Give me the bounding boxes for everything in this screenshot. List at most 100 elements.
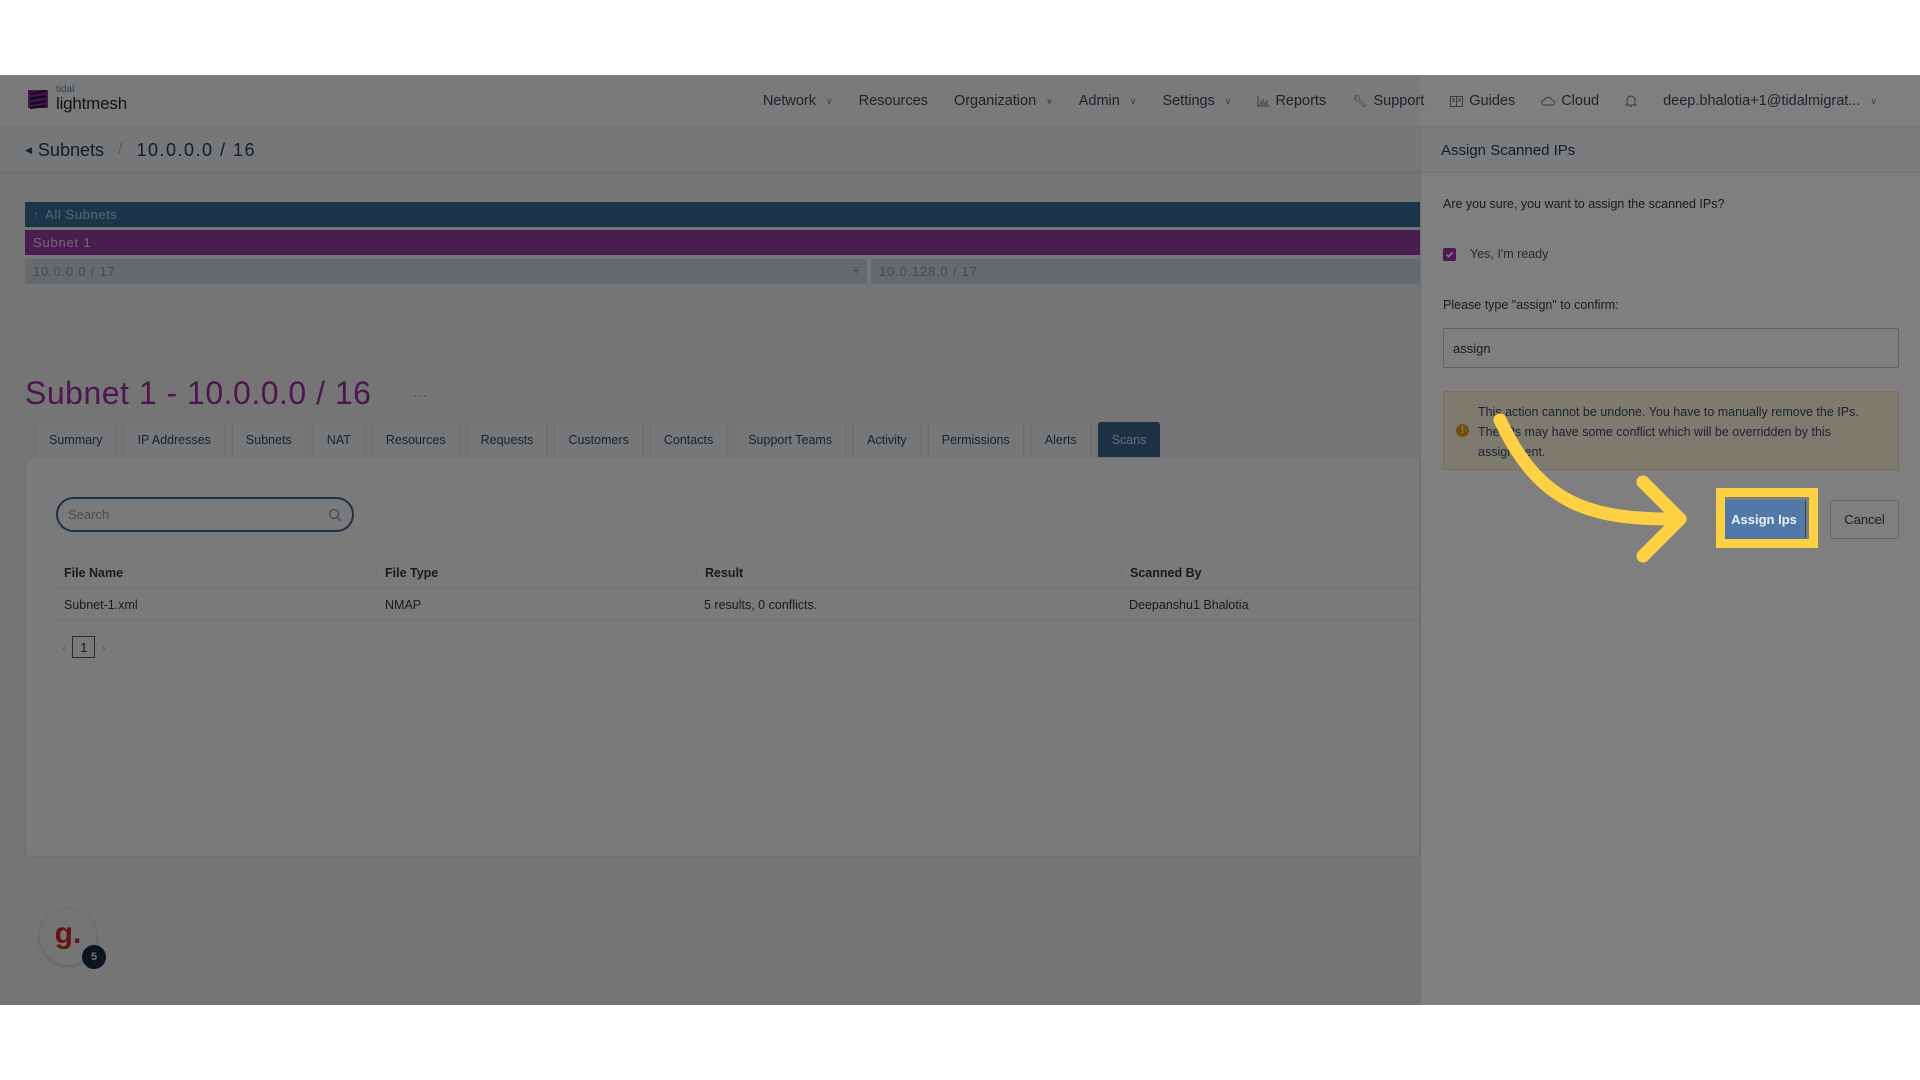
chevron-left-icon[interactable]: ‹: [62, 640, 66, 655]
nav-settings[interactable]: Settings ∨: [1149, 75, 1244, 127]
chevron-down-icon: ∨: [1046, 95, 1053, 106]
warning-text: This action cannot be undone. You have t…: [1478, 405, 1859, 459]
nav-cloud[interactable]: Cloud: [1528, 75, 1612, 127]
ready-checkbox[interactable]: [1443, 247, 1456, 261]
breadcrumb-separator: /: [117, 141, 123, 158]
cancel-button[interactable]: Cancel: [1830, 500, 1899, 539]
highlighted-assign-ips-button[interactable]: Assign Ips: [1723, 500, 1805, 539]
subnet-tree-child[interactable]: 10.0.128.0 / 17: [871, 259, 1420, 284]
tree-label: 10.0.128.0 / 17: [879, 264, 978, 279]
logo[interactable]: tidal lightmesh: [26, 85, 127, 112]
nav-label: Support: [1373, 93, 1425, 109]
column-header-result[interactable]: Result: [696, 565, 1121, 580]
breadcrumb-current: 10.0.0.0 / 16: [136, 139, 257, 160]
tab-ip-addresses[interactable]: IP Addresses: [123, 422, 225, 457]
tree-label: 10.0.0.0 / 17: [33, 264, 116, 279]
nav-organization[interactable]: Organization ∨: [941, 75, 1066, 127]
checkmark-icon: [1445, 251, 1454, 258]
confirm-prompt: Please type "assign" to confirm:: [1443, 298, 1619, 312]
page-title: Subnet 1 - 10.0.0.0 / 16: [25, 375, 372, 411]
nav-label: Guides: [1469, 93, 1516, 109]
arrow-up-icon: ↑: [33, 208, 40, 221]
tab-customers[interactable]: Customers: [554, 422, 643, 457]
nav-reports[interactable]: Reports: [1244, 75, 1339, 127]
breadcrumb: ◀ Subnets / 10.0.0.0 / 16: [0, 128, 1420, 173]
nav-resources[interactable]: Resources: [846, 75, 941, 127]
assign-scanned-ips-drawer: Assign Scanned IPs Are you sure, you wan…: [1420, 128, 1920, 1005]
chevron-down-icon: ∨: [1129, 95, 1137, 106]
table-row[interactable]: Subnet-1.xml NMAP 5 results, 0 conflicts…: [56, 589, 1421, 621]
scans-table: File Name File Type Result Scanned By Su…: [56, 557, 1421, 621]
subnet-tree-selected[interactable]: Subnet 1: [25, 230, 1420, 255]
chevron-down-icon: ∨: [1870, 95, 1877, 106]
top-navbar: tidal lightmesh Network ∨ Resources Organ…: [0, 75, 1920, 127]
tab-scans[interactable]: Scans: [1097, 422, 1161, 457]
nav-guides[interactable]: Guides: [1437, 75, 1528, 127]
cell-scanned-by: Deepanshu1 Bhalotia: [1129, 597, 1249, 612]
tab-activity[interactable]: Activity: [853, 422, 921, 457]
main-nav: Network ∨ Resources Organization ∨ Admin ∨ …: [750, 75, 1890, 127]
wrench-icon: 🔧︎: [1352, 94, 1368, 108]
user-email: deep.bhalotia+1@tidalmigrat...: [1663, 93, 1861, 109]
nav-label: Resources: [858, 93, 928, 109]
help-widget-logo-icon: g.: [54, 917, 82, 950]
nav-support[interactable]: 🔧︎ Support: [1339, 75, 1437, 127]
ready-checkbox-row[interactable]: Yes, I'm ready: [1443, 247, 1548, 261]
user-menu[interactable]: deep.bhalotia+1@tidalmigrat... ∨: [1650, 75, 1890, 127]
page-number[interactable]: 1: [72, 636, 96, 658]
tab-permissions[interactable]: Permissions: [927, 422, 1024, 457]
nav-admin[interactable]: Admin ∨: [1066, 75, 1150, 127]
book-icon: [1450, 95, 1464, 107]
subnet-tree-child[interactable]: 10.0.0.0 / 17 +: [25, 259, 867, 284]
subnet-tabs: Summary IP Addresses Subnets NAT Resourc…: [35, 422, 1161, 457]
nav-label: Network: [762, 93, 817, 109]
column-header-scanned-by[interactable]: Scanned By: [1121, 565, 1421, 580]
app-frame: tidal lightmesh Network ∨ Resources Organ…: [0, 75, 1920, 1005]
chevron-down-icon: ∨: [1224, 95, 1232, 106]
cell-file-type: NMAP: [385, 597, 422, 612]
tab-resources[interactable]: Resources: [371, 422, 460, 457]
bar-chart-icon: [1257, 95, 1270, 106]
tab-nat[interactable]: NAT: [312, 422, 365, 457]
tab-requests[interactable]: Requests: [466, 422, 548, 457]
breadcrumb-subnets-link[interactable]: Subnets: [38, 140, 104, 161]
notifications-button[interactable]: [1612, 75, 1650, 127]
logo-big-text: lightmesh: [56, 94, 127, 113]
table-header: File Name File Type Result Scanned By: [56, 557, 1421, 589]
nav-label: Admin: [1078, 93, 1120, 109]
subnet-tree-all-subnets[interactable]: ↑ All Subnets: [25, 202, 1420, 227]
tab-contacts[interactable]: Contacts: [649, 422, 728, 457]
chevron-down-icon: ∨: [826, 95, 833, 106]
tab-subnets[interactable]: Subnets: [231, 422, 306, 457]
column-header-file-type[interactable]: File Type: [376, 565, 696, 580]
chevron-right-icon[interactable]: ›: [101, 640, 105, 655]
nav-label: Organization: [953, 93, 1037, 109]
search-icon[interactable]: [328, 508, 342, 522]
help-widget-badge: 5: [82, 945, 106, 969]
tab-support-teams[interactable]: Support Teams: [734, 422, 847, 457]
tab-alerts[interactable]: Alerts: [1030, 422, 1091, 457]
confirm-input[interactable]: [1453, 340, 1889, 356]
drawer-question: Are you sure, you want to assign the sca…: [1443, 197, 1725, 211]
nav-label: Settings: [1162, 93, 1215, 109]
search-input[interactable]: [68, 507, 328, 522]
ready-checkbox-label: Yes, I'm ready: [1470, 247, 1549, 261]
tree-label: Subnet 1: [33, 235, 92, 250]
search-field[interactable]: [56, 497, 354, 532]
cell-file-name: Subnet-1.xml: [64, 597, 138, 612]
plus-icon[interactable]: +: [852, 262, 861, 278]
nav-network[interactable]: Network ∨: [750, 75, 846, 127]
column-header-file-name[interactable]: File Name: [56, 566, 376, 580]
warning-alert: ! This action cannot be undone. You have…: [1443, 391, 1899, 470]
drawer-title: Assign Scanned IPs: [1421, 128, 1920, 173]
exclamation-circle-icon: !: [1456, 424, 1469, 437]
scans-panel: File Name File Type Result Scanned By Su…: [25, 457, 1421, 857]
more-actions-button[interactable]: ···: [413, 387, 427, 403]
tree-label: All Subnets: [45, 207, 118, 222]
cloud-icon: [1541, 96, 1556, 106]
confirm-field[interactable]: [1443, 328, 1899, 368]
lightmesh-logo-icon: [28, 89, 48, 109]
tab-summary[interactable]: Summary: [35, 422, 117, 457]
cell-result: 5 results, 0 conflicts.: [704, 597, 818, 612]
nav-label: Cloud: [1561, 93, 1600, 109]
